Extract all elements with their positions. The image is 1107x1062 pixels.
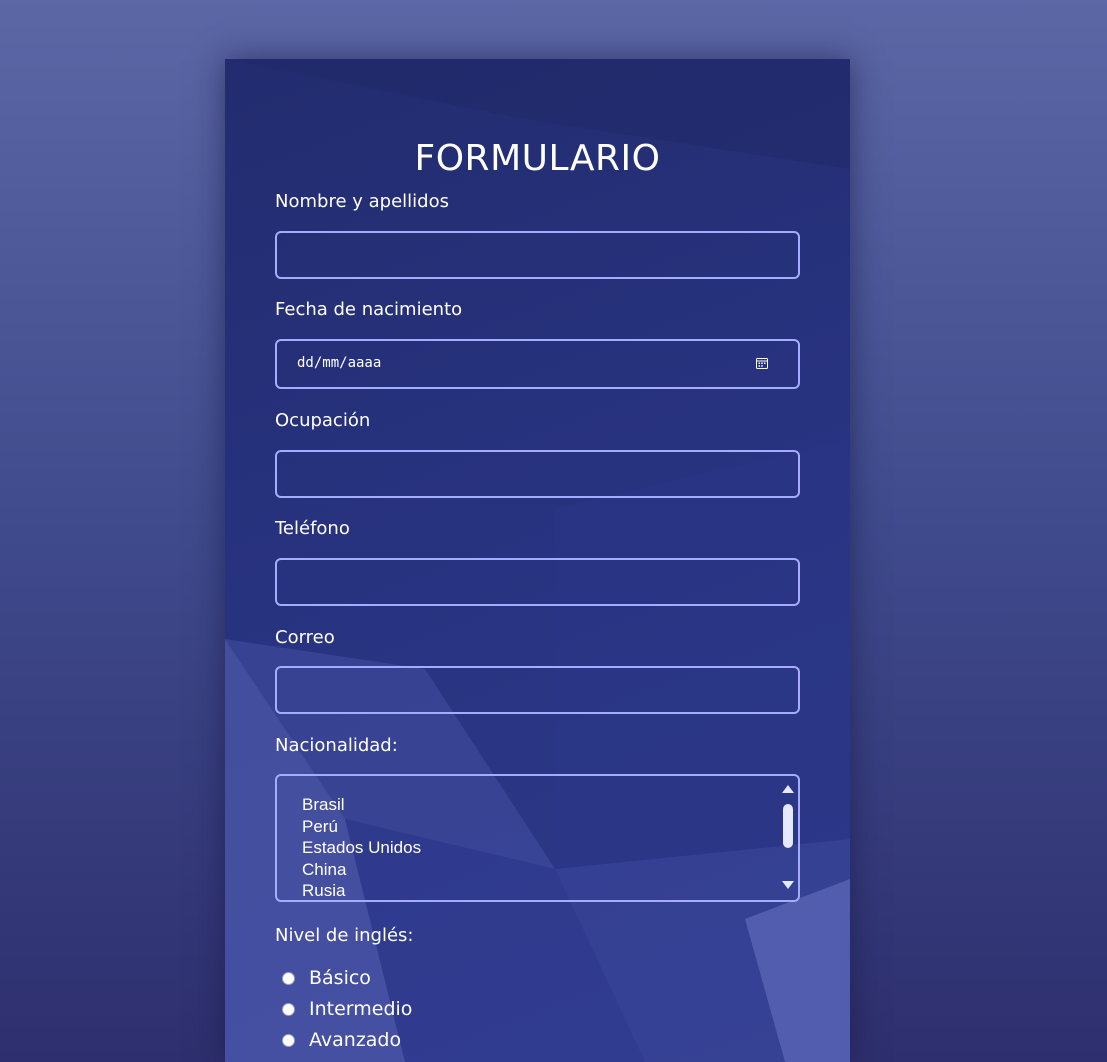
- occupation-label: Ocupación: [275, 410, 371, 431]
- english-option-intermediate[interactable]: Intermedio: [282, 997, 412, 1021]
- radio-label: Intermedio: [309, 998, 413, 1020]
- nationality-option[interactable]: Brasil: [302, 794, 421, 816]
- radio-label: Avanzado: [309, 1029, 402, 1051]
- name-label: Nombre y apellidos: [275, 191, 449, 212]
- english-level-label: Nivel de inglés:: [275, 925, 414, 946]
- nationality-label: Nacionalidad:: [275, 735, 398, 756]
- nationality-option[interactable]: Estados Unidos: [302, 837, 421, 859]
- form-card: FORMULARIO Nombre y apellidos Fecha de n…: [225, 59, 850, 1062]
- birthdate-label: Fecha de nacimiento: [275, 299, 463, 320]
- phone-label: Teléfono: [275, 518, 350, 539]
- nationality-option[interactable]: China: [302, 859, 421, 881]
- english-option-basic[interactable]: Básico: [282, 966, 371, 990]
- triangle-up-icon[interactable]: [781, 784, 795, 794]
- radio-label: Básico: [309, 967, 371, 989]
- phone-input[interactable]: [275, 558, 800, 606]
- scrollbar-thumb[interactable]: [783, 804, 793, 848]
- radio-button[interactable]: [282, 1002, 295, 1016]
- email-input[interactable]: [275, 666, 800, 714]
- triangle-down-icon[interactable]: [781, 880, 795, 890]
- nationality-listbox[interactable]: Brasil Perú Estados Unidos China Rusia: [275, 774, 800, 902]
- nationality-option[interactable]: Rusia: [302, 880, 421, 900]
- email-label: Correo: [275, 627, 335, 648]
- birthdate-input[interactable]: dd/mm/aaaa: [275, 339, 800, 389]
- radio-button[interactable]: [282, 971, 295, 985]
- calendar-icon[interactable]: [756, 357, 768, 369]
- occupation-input[interactable]: [275, 450, 800, 498]
- form-title: FORMULARIO: [414, 138, 661, 180]
- nationality-options: Brasil Perú Estados Unidos China Rusia: [302, 794, 421, 900]
- english-option-advanced[interactable]: Avanzado: [282, 1028, 401, 1052]
- birthdate-placeholder: dd/mm/aaaa: [297, 355, 382, 371]
- radio-button[interactable]: [282, 1033, 295, 1047]
- nationality-option[interactable]: Perú: [302, 816, 421, 838]
- name-input[interactable]: [275, 231, 800, 279]
